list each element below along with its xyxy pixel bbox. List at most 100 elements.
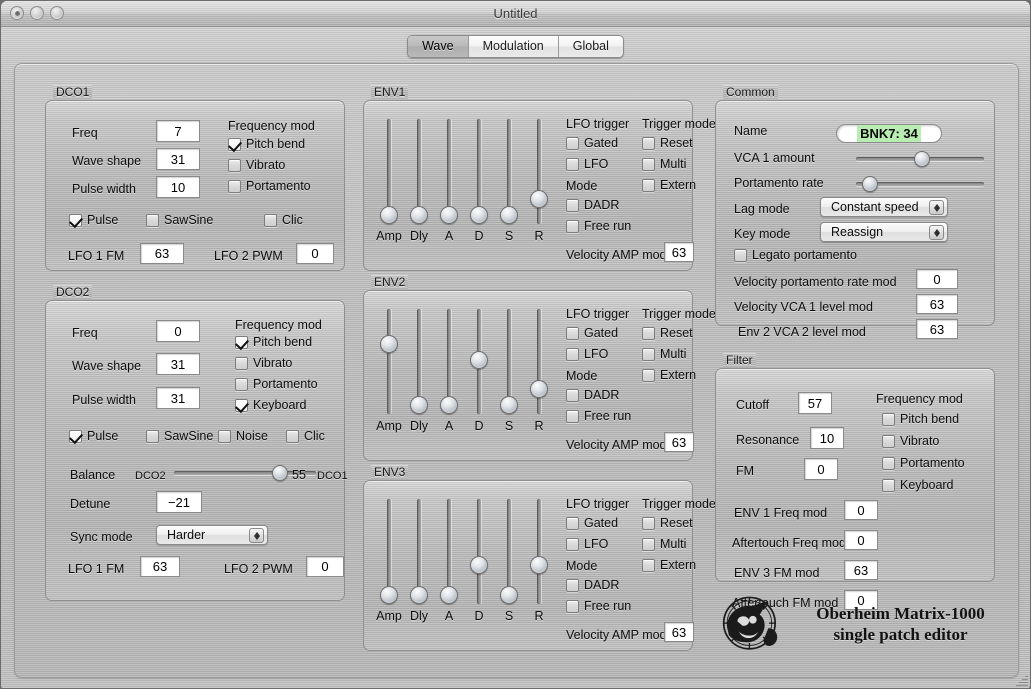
common-row0-field[interactable]: 0 (916, 269, 958, 289)
env1-slider-dly[interactable] (410, 119, 428, 224)
filter-row2-field[interactable]: 63 (844, 560, 878, 580)
common-row1-field[interactable]: 63 (916, 294, 958, 314)
dco1-fmod-pitchbend[interactable]: Pitch bend (228, 137, 305, 151)
dco2-wave-sawsine[interactable]: SawSine (146, 429, 213, 443)
env1-mode-freerun[interactable]: Free run (566, 219, 631, 233)
patch-name-field[interactable]: BNK7: 34 (836, 124, 942, 143)
env1-triggermode-extern[interactable]: Extern (642, 178, 696, 192)
slider-knob[interactable] (470, 351, 488, 369)
env1-slider-s[interactable] (500, 119, 518, 224)
resize-grip[interactable] (1014, 674, 1028, 688)
env3-slider-s[interactable] (500, 499, 518, 604)
dco1-waveshape-field[interactable]: 31 (156, 148, 200, 170)
env2-mode-dadr[interactable]: DADR (566, 388, 619, 402)
slider-knob[interactable] (530, 190, 548, 208)
dco1-wave-sawsine[interactable]: SawSine (146, 213, 213, 227)
lag-mode-popup[interactable]: Constant speed (820, 197, 948, 217)
slider-knob[interactable] (380, 206, 398, 224)
env3-slider-d[interactable] (470, 499, 488, 604)
dco1-wave-clic[interactable]: Clic (264, 213, 303, 227)
slider-knob[interactable] (410, 586, 428, 604)
dco2-lfo1fm-field[interactable]: 63 (140, 556, 180, 577)
slider-knob[interactable] (440, 396, 458, 414)
vca1-amount-slider[interactable] (856, 151, 984, 167)
env2-slider-d[interactable] (470, 309, 488, 414)
env2-velocity-field[interactable]: 63 (664, 432, 694, 452)
dco1-pulsewidth-field[interactable]: 10 (156, 176, 200, 198)
key-mode-popup[interactable]: Reassign (820, 222, 948, 242)
env3-mode-dadr[interactable]: DADR (566, 578, 619, 592)
slider-knob[interactable] (410, 396, 428, 414)
slider-knob[interactable] (500, 586, 518, 604)
tab-wave[interactable]: Wave (408, 36, 469, 57)
dco2-fmod-pitchbend[interactable]: Pitch bend (235, 335, 312, 349)
dco2-waveshape-field[interactable]: 31 (156, 353, 200, 375)
dco2-detune-field[interactable]: −21 (156, 491, 202, 513)
slider-knob[interactable] (470, 556, 488, 574)
slider-knob[interactable] (380, 335, 398, 353)
slider-knob[interactable] (530, 380, 548, 398)
slider-knob[interactable] (440, 586, 458, 604)
env3-slider-r[interactable] (530, 499, 548, 604)
env3-triggermode-reset[interactable]: Reset (642, 516, 693, 530)
filter-fm-field[interactable]: 0 (804, 458, 838, 480)
env1-slider-r[interactable] (530, 119, 548, 224)
dco2-fmod-vibrato[interactable]: Vibrato (235, 356, 292, 370)
dco2-wave-noise[interactable]: Noise (218, 429, 268, 443)
env2-triggermode-multi[interactable]: Multi (642, 347, 686, 361)
slider-knob[interactable] (500, 206, 518, 224)
env2-slider-a[interactable] (440, 309, 458, 414)
env1-mode-dadr[interactable]: DADR (566, 198, 619, 212)
env1-velocity-field[interactable]: 63 (664, 242, 694, 262)
filter-cutoff-field[interactable]: 57 (798, 392, 832, 414)
env2-lfotrigger-gated[interactable]: Gated (566, 326, 618, 340)
dco2-wave-pulse[interactable]: Pulse (69, 429, 118, 443)
slider-knob[interactable] (500, 396, 518, 414)
env3-slider-dly[interactable] (410, 499, 428, 604)
slider-knob[interactable] (272, 465, 288, 481)
dco1-freq-field[interactable]: 7 (156, 120, 200, 142)
env1-slider-d[interactable] (470, 119, 488, 224)
env1-triggermode-multi[interactable]: Multi (642, 157, 686, 171)
legato-portamento-checkbox[interactable]: Legato portamento (734, 248, 857, 262)
dco2-wave-clic[interactable]: Clic (286, 429, 325, 443)
env2-triggermode-extern[interactable]: Extern (642, 368, 696, 382)
dco1-fmod-portamento[interactable]: Portamento (228, 179, 311, 193)
env1-triggermode-reset[interactable]: Reset (642, 136, 693, 150)
portamento-rate-slider[interactable] (856, 176, 984, 192)
env1-lfotrigger-gated[interactable]: Gated (566, 136, 618, 150)
dco2-pulsewidth-field[interactable]: 31 (156, 387, 200, 409)
slider-knob[interactable] (914, 151, 930, 167)
slider-knob[interactable] (470, 206, 488, 224)
env3-triggermode-extern[interactable]: Extern (642, 558, 696, 572)
slider-knob[interactable] (410, 206, 428, 224)
env3-slider-amp[interactable] (380, 499, 398, 604)
env2-slider-r[interactable] (530, 309, 548, 414)
env2-mode-freerun[interactable]: Free run (566, 409, 631, 423)
env1-slider-amp[interactable] (380, 119, 398, 224)
dco1-fmod-vibrato[interactable]: Vibrato (228, 158, 285, 172)
dco2-fmod-portamento[interactable]: Portamento (235, 377, 318, 391)
env3-lfotrigger-lfo[interactable]: LFO (566, 537, 608, 551)
dco2-syncmode-popup[interactable]: Harder (156, 525, 268, 545)
filter-row1-field[interactable]: 0 (844, 530, 878, 550)
env2-slider-s[interactable] (500, 309, 518, 414)
env1-slider-a[interactable] (440, 119, 458, 224)
env2-lfotrigger-lfo[interactable]: LFO (566, 347, 608, 361)
tab-modulation[interactable]: Modulation (469, 36, 559, 57)
dco1-wave-pulse[interactable]: Pulse (69, 213, 118, 227)
env3-triggermode-multi[interactable]: Multi (642, 537, 686, 551)
env2-slider-dly[interactable] (410, 309, 428, 414)
env2-slider-amp[interactable] (380, 309, 398, 414)
env3-slider-a[interactable] (440, 499, 458, 604)
dco2-fmod-keyboard[interactable]: Keyboard (235, 398, 307, 412)
slider-knob[interactable] (530, 556, 548, 574)
filter-resonance-field[interactable]: 10 (810, 427, 844, 449)
env3-velocity-field[interactable]: 63 (664, 622, 694, 642)
filter-fmod-vibrato[interactable]: Vibrato (882, 434, 939, 448)
dco1-lfo2pwm-field[interactable]: 0 (296, 243, 334, 264)
env1-lfotrigger-lfo[interactable]: LFO (566, 157, 608, 171)
common-row2-field[interactable]: 63 (916, 319, 958, 339)
slider-knob[interactable] (380, 586, 398, 604)
slider-knob[interactable] (440, 206, 458, 224)
